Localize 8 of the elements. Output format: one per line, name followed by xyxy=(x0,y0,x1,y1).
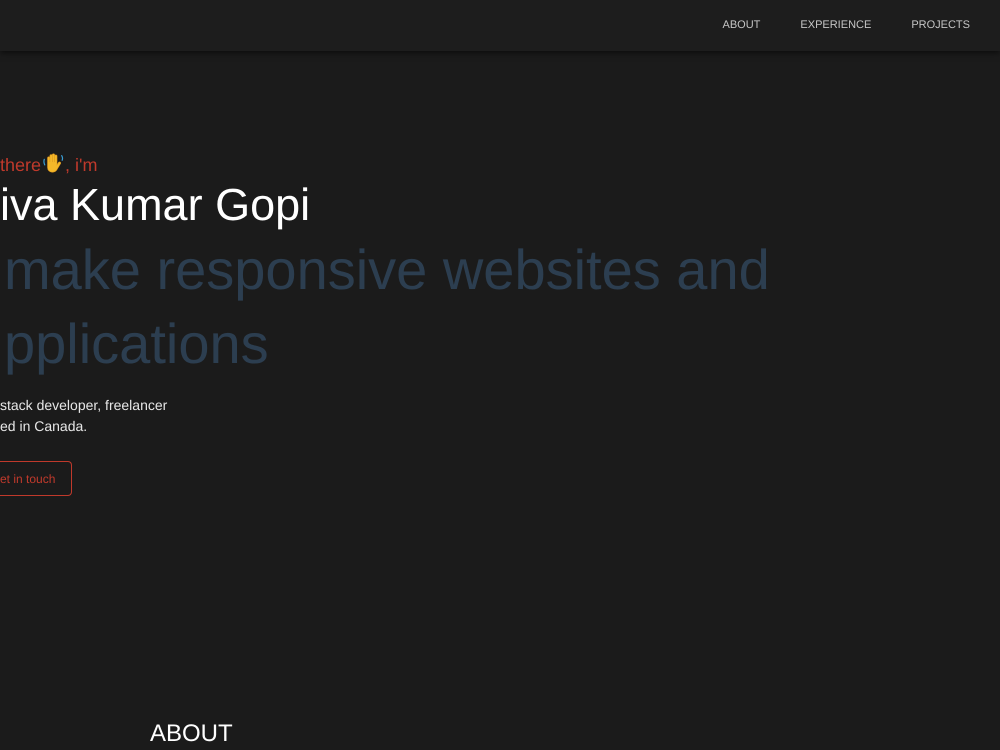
name-heading: iva Kumar Gopi xyxy=(0,178,312,232)
greeting-text: there , i'm xyxy=(0,152,1000,177)
hand-icon xyxy=(42,152,64,174)
nav-link[interactable]: EXPERIENCE xyxy=(780,17,892,34)
nav-link[interactable]: ABOUT xyxy=(702,17,780,34)
section-heading: ABOUT xyxy=(150,720,234,748)
nav-link[interactable]: PROJECTS xyxy=(891,17,990,34)
bio-text: stack developer, freelancer ed in Canada. xyxy=(0,396,168,436)
